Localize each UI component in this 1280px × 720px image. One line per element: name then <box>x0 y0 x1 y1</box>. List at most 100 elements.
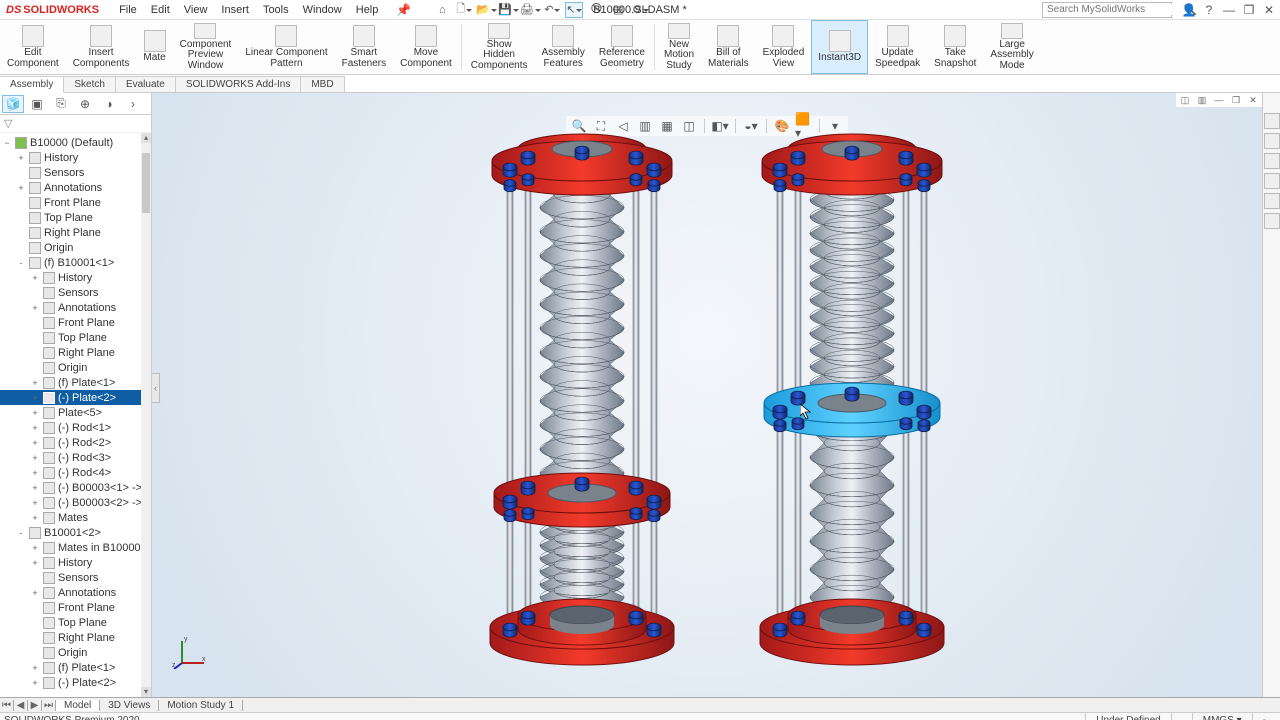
menu-view[interactable]: View <box>178 2 214 18</box>
scroll-thumb[interactable] <box>142 153 150 213</box>
view-palette-tab[interactable] <box>1264 173 1280 189</box>
cmtab-solidworks-add-ins[interactable]: SOLIDWORKS Add-Ins <box>175 76 301 92</box>
ribbon-insert-components[interactable]: InsertComponents <box>66 20 137 74</box>
file-explorer-tab[interactable] <box>1264 153 1280 169</box>
tree-node[interactable]: +Annotations <box>0 180 151 195</box>
display-manager-tab[interactable]: ◑ <box>98 95 120 113</box>
menu-tools[interactable]: Tools <box>257 2 295 18</box>
cmtab-assembly[interactable]: Assembly <box>0 76 64 93</box>
ribbon-bill-of-materials[interactable]: Bill ofMaterials <box>701 20 756 74</box>
ribbon-smart-fasteners[interactable]: SmartFasteners <box>335 20 393 74</box>
scroll-up-button[interactable]: ▴ <box>141 133 151 143</box>
ribbon-reference-geometry[interactable]: ReferenceGeometry <box>592 20 652 74</box>
custom-props-tab[interactable] <box>1264 213 1280 229</box>
ribbon-edit-component[interactable]: EditComponent <box>0 20 66 74</box>
tree-node[interactable]: Origin <box>0 645 151 660</box>
tree-node[interactable]: Front Plane <box>0 315 151 330</box>
tree-node[interactable]: +(f) Plate<1> <box>0 660 151 675</box>
tab-model[interactable]: Model <box>56 700 100 711</box>
tree-node[interactable]: +(f) Plate<1> <box>0 375 151 390</box>
tree-node[interactable]: +(-) Rod<1> <box>0 420 151 435</box>
tree-node[interactable]: Right Plane <box>0 630 151 645</box>
status-units[interactable]: MMGS ▾ <box>1192 713 1252 720</box>
tree-node[interactable]: Front Plane <box>0 600 151 615</box>
tree-node[interactable]: Top Plane <box>0 210 151 225</box>
cmtab-mbd[interactable]: MBD <box>300 76 344 92</box>
appearances-tab[interactable] <box>1264 193 1280 209</box>
tree-node[interactable]: +(-) Rod<2> <box>0 435 151 450</box>
cmtab-evaluate[interactable]: Evaluate <box>115 76 176 92</box>
help-icon[interactable]: ? <box>1200 2 1218 18</box>
tree-node[interactable]: Right Plane <box>0 225 151 240</box>
menu-window[interactable]: Window <box>297 2 348 18</box>
window-close-button[interactable]: ✕ <box>1260 2 1278 18</box>
open-doc-button[interactable]: 📂 <box>477 2 495 18</box>
tree-node[interactable]: Sensors <box>0 285 151 300</box>
tree-node[interactable]: +(-) Plate<2> <box>0 675 151 690</box>
tree-node[interactable]: +(-) B00003<2> -> <box>0 495 151 510</box>
ribbon-show-hidden-components[interactable]: ShowHiddenComponents <box>464 20 535 74</box>
tree-node[interactable]: +(-) Rod<4> <box>0 465 151 480</box>
tree-node[interactable]: Origin <box>0 240 151 255</box>
save-button[interactable]: 💾 <box>499 2 517 18</box>
tab-nav-last[interactable]: ⏭ <box>42 700 56 711</box>
tree-node[interactable]: -(f) B10001<1> <box>0 255 151 270</box>
undo-button[interactable]: ↶ <box>543 2 561 18</box>
login-icon[interactable]: 👤 <box>1180 2 1198 18</box>
tree-node[interactable]: Sensors <box>0 570 151 585</box>
tree-node[interactable]: +History <box>0 150 151 165</box>
tree-node[interactable]: +Annotations <box>0 300 151 315</box>
tree-node[interactable]: +Plate<5> <box>0 405 151 420</box>
tree-node[interactable]: +Mates in B10000 <box>0 540 151 555</box>
panel-splitter[interactable]: ‹ <box>152 373 160 403</box>
tree-node[interactable]: +History <box>0 270 151 285</box>
ribbon-large-assembly-mode[interactable]: LargeAssemblyMode <box>983 20 1040 74</box>
search-input[interactable] <box>1047 4 1179 15</box>
menu-help[interactable]: Help <box>350 2 385 18</box>
tab-nav-prev[interactable]: ◀ <box>14 700 28 711</box>
window-minimize-button[interactable]: — <box>1220 2 1238 18</box>
property-manager-tab[interactable]: ▣ <box>26 95 48 113</box>
tree-node[interactable]: +Annotations <box>0 585 151 600</box>
new-doc-button[interactable]: 🗋 <box>455 2 473 18</box>
design-library-tab[interactable] <box>1264 133 1280 149</box>
ribbon-new-motion-study[interactable]: NewMotionStudy <box>657 20 701 74</box>
feature-tree[interactable]: −B10000 (Default)+HistorySensors+Annotat… <box>0 133 151 697</box>
ribbon-instant3d[interactable]: Instant3D <box>811 20 868 74</box>
tree-node[interactable]: +(-) Plate<2> <box>0 390 151 405</box>
more-tabs-button[interactable]: › <box>122 95 144 113</box>
menu-file[interactable]: File <box>113 2 143 18</box>
tree-node[interactable]: -B10001<2> <box>0 525 151 540</box>
feature-manager-tab[interactable]: 🧊 <box>2 95 24 113</box>
ribbon-linear-component-pattern[interactable]: Linear ComponentPattern <box>238 20 334 74</box>
ribbon-component-preview-window[interactable]: ComponentPreviewWindow <box>173 20 239 74</box>
tree-node[interactable]: +History <box>0 555 151 570</box>
view-triad[interactable]: y x z <box>172 633 208 669</box>
scroll-down-button[interactable]: ▾ <box>141 687 151 697</box>
menu-insert[interactable]: Insert <box>215 2 255 18</box>
configuration-manager-tab[interactable]: ⎘ <box>50 95 72 113</box>
ribbon-assembly-features[interactable]: AssemblyFeatures <box>535 20 592 74</box>
ribbon-mate[interactable]: Mate <box>136 20 172 74</box>
ribbon-move-component[interactable]: MoveComponent <box>393 20 459 74</box>
feature-filter[interactable]: ▽ <box>0 115 151 133</box>
tab-nav-first[interactable]: ⏮ <box>0 700 14 711</box>
window-restore-button[interactable]: ❐ <box>1240 2 1258 18</box>
ribbon-update-speedpak[interactable]: UpdateSpeedpak <box>868 20 927 74</box>
tree-root[interactable]: −B10000 (Default) <box>0 135 151 150</box>
tab-motion-study-1[interactable]: Motion Study 1 <box>159 700 243 711</box>
dimxpert-manager-tab[interactable]: ⊕ <box>74 95 96 113</box>
tree-node[interactable]: Origin <box>0 360 151 375</box>
menu-edit[interactable]: Edit <box>145 2 176 18</box>
tree-node[interactable]: +(-) B00003<1> -> <box>0 480 151 495</box>
graphics-area[interactable]: 🔍 ⛶ ◁ ▥ ▦ ◫ ◧▾ ◒▾ 🎨 🟧▾ ▾ ◫ ▥ — ❐ ✕ <box>152 93 1262 697</box>
ribbon-exploded-view[interactable]: ExplodedView <box>756 20 812 74</box>
tree-node[interactable]: Top Plane <box>0 330 151 345</box>
tree-node[interactable]: Right Plane <box>0 345 151 360</box>
print-button[interactable]: 🖨 <box>521 2 539 18</box>
pin-menu-icon[interactable]: 📌 <box>392 3 415 17</box>
tab-3d-views[interactable]: 3D Views <box>100 700 159 711</box>
cmtab-sketch[interactable]: Sketch <box>63 76 116 92</box>
select-button[interactable]: ↖ <box>565 2 583 18</box>
tree-node[interactable]: Top Plane <box>0 615 151 630</box>
